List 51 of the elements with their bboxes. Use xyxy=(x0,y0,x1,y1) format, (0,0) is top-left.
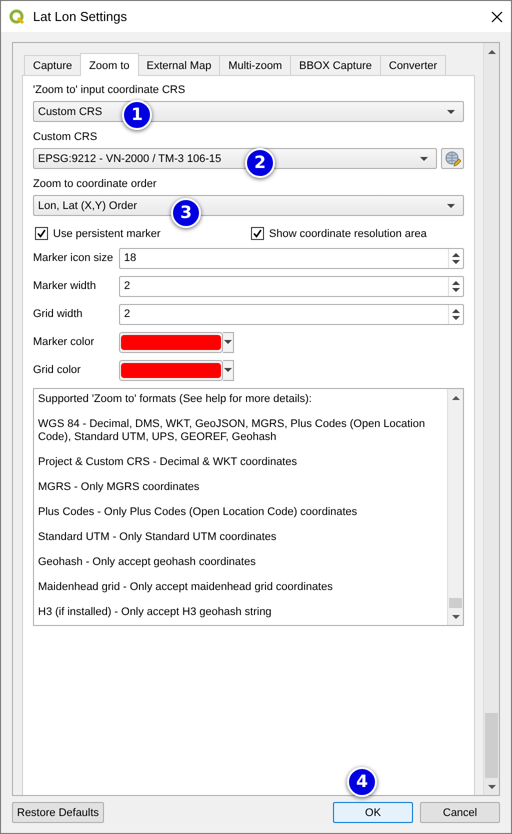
dropdown-arrow-icon xyxy=(420,156,428,160)
scroll-down-icon[interactable] xyxy=(452,614,460,618)
field-label: Marker width xyxy=(33,280,97,292)
spin-arrows-icon xyxy=(452,308,460,320)
field-label: 'Zoom to' input coordinate CRS xyxy=(33,84,186,96)
dropdown-arrow-icon xyxy=(447,110,455,114)
globe-pencil-icon xyxy=(444,150,460,166)
dropdown-arrow-icon xyxy=(447,204,455,208)
dropdown-arrow-icon xyxy=(224,368,232,372)
tab[interactable]: Capture xyxy=(24,55,82,75)
scroll-up-icon[interactable] xyxy=(452,396,460,400)
help-text: Geohash - Only accept geohash coordinates xyxy=(38,556,257,569)
help-text: Project & Custom CRS - Decimal & WKT coordinates xyxy=(38,456,298,469)
close-icon[interactable] xyxy=(491,10,503,22)
field-label: Marker color xyxy=(33,336,96,348)
dialog-button[interactable]: Cancel xyxy=(420,802,500,823)
help-text: Supported 'Zoom to' formats (See help for more details): xyxy=(38,393,313,406)
app-logo-icon xyxy=(9,8,25,24)
field-label: Custom CRS xyxy=(33,131,98,143)
checkbox[interactable] xyxy=(251,227,264,240)
tab[interactable]: Zoom to xyxy=(80,53,138,76)
help-text: Plus Codes - Only Plus Codes (Open Location Code) coordinates xyxy=(38,506,358,519)
field-label: Zoom to coordinate order xyxy=(33,178,158,190)
tab[interactable]: Converter xyxy=(380,55,446,75)
scroll-down-icon[interactable] xyxy=(488,784,496,788)
field-label: Grid color xyxy=(33,364,82,376)
field-label: Marker icon size xyxy=(33,252,114,264)
help-text: MGRS - Only MGRS coordinates xyxy=(38,481,200,494)
checkbox-label: Use persistent marker xyxy=(53,228,161,240)
spin-box[interactable]: 18 xyxy=(119,248,464,268)
window-title: Lat Lon Settings xyxy=(33,9,128,24)
dialog-button[interactable]: Restore Defaults xyxy=(12,802,104,823)
spin-box[interactable]: 2 xyxy=(119,304,464,324)
scrollbar-thumb[interactable] xyxy=(449,598,462,608)
help-text: WGS 84 - Decimal, DMS, WKT, GeoJSON, MGRS, Plus Codes (Open Location Code), Standard UTM, UPS, GEOREF, Geohash xyxy=(38,418,426,444)
spin-box[interactable]: 2 xyxy=(119,276,464,296)
color-menu-button[interactable] xyxy=(223,332,234,352)
field-label: Grid width xyxy=(33,308,84,320)
spin-arrows-icon xyxy=(452,280,460,292)
help-text: H3 (if installed) - Only accept H3 geohash string xyxy=(38,606,273,619)
scroll-up-icon[interactable] xyxy=(488,50,496,54)
help-text: Standard UTM - Only Standard UTM coordinates xyxy=(38,531,278,544)
checkbox-label: Show coordinate resolution area xyxy=(269,228,427,240)
color-menu-button[interactable] xyxy=(223,360,234,380)
checkbox[interactable] xyxy=(35,227,48,240)
dialog-button[interactable]: OK xyxy=(333,802,413,823)
scrollbar-thumb[interactable] xyxy=(485,712,498,778)
dropdown-arrow-icon xyxy=(224,340,232,344)
help-text: Maidenhead grid - Only accept maidenhead grid coordinates xyxy=(38,581,334,594)
crs-selector-button[interactable] xyxy=(441,148,464,169)
spin-arrows-icon xyxy=(452,252,460,264)
